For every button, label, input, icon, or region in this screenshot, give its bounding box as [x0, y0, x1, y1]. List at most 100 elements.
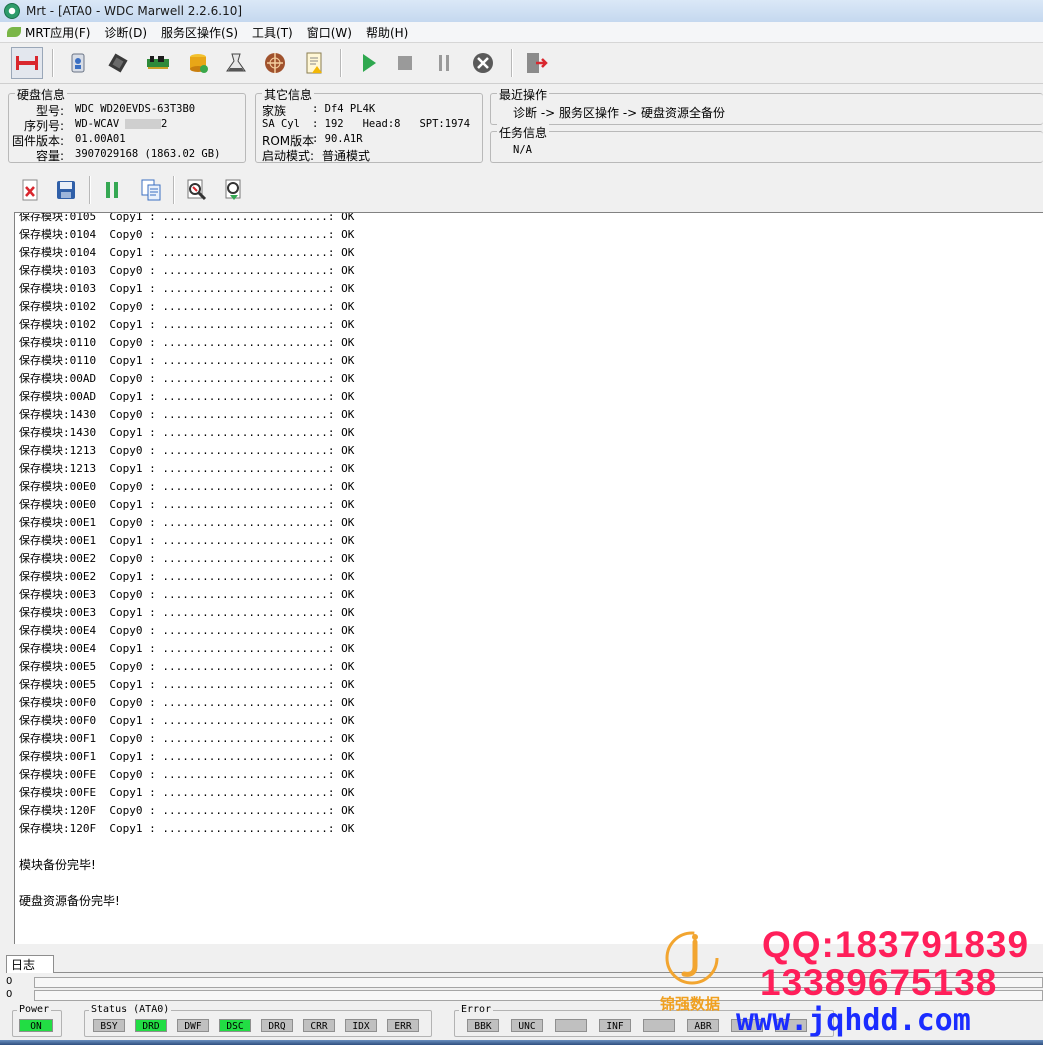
delete-file-icon [22, 179, 38, 201]
connect-button[interactable] [11, 47, 43, 79]
copy-log-button[interactable] [135, 174, 167, 206]
watermark-url: www.jqhdd.com [736, 1003, 971, 1038]
menu-diagnose[interactable]: 诊断(D) [97, 24, 154, 41]
log-line: 保存模块:0104 Copy1 : ......................… [19, 246, 355, 259]
log-line: 保存模块:00F1 Copy0 : ......................… [19, 732, 355, 745]
log-line: 保存模块:0104 Copy0 : ......................… [19, 228, 355, 241]
tab-log[interactable]: 日志 [6, 955, 54, 973]
power-led: ON [19, 1019, 53, 1032]
log-line: 保存模块:1430 Copy1 : ......................… [19, 426, 355, 439]
sa-label: SA Cyl [262, 118, 300, 130]
status-led-crr: CRR [303, 1019, 335, 1032]
title-bar: Mrt - [ATA0 - WDC Marwell 2.2.6.10] [0, 0, 1043, 23]
toolbar-separator [89, 176, 91, 204]
save-log-button[interactable] [50, 174, 82, 206]
status-led-drq: DRQ [261, 1019, 293, 1032]
log-line: 保存模块:00F0 Copy0 : ......................… [19, 696, 355, 709]
family-label: 家族 [262, 104, 287, 118]
menu-mrt-app[interactable]: MRT应用(F) [0, 24, 97, 41]
chip-button[interactable] [102, 47, 134, 79]
globe-button[interactable] [259, 47, 291, 79]
log-line: 保存模块:1430 Copy0 : ......................… [19, 408, 355, 421]
menu-help[interactable]: 帮助(H) [359, 24, 415, 41]
menu-service-area[interactable]: 服务区操作(S) [154, 24, 245, 41]
status-group: Status (ATA0) BSY DRD DWF DSC DRQ CRR ID… [84, 1004, 432, 1037]
status-led-dsc: DSC [219, 1019, 251, 1032]
search-down-icon [225, 179, 241, 200]
power-group: Power ON [12, 1004, 62, 1037]
capacity-label: 容量: [36, 149, 65, 163]
document-warning-icon [306, 52, 322, 74]
globe-icon [265, 53, 285, 73]
tool-button[interactable] [220, 47, 252, 79]
status-led-drd: DRD [135, 1019, 167, 1032]
error-heading: Error [459, 1004, 494, 1015]
log-line: 保存模块:00E4 Copy1 : ......................… [19, 642, 355, 655]
clear-log-button[interactable] [14, 174, 46, 206]
menu-window[interactable]: 窗口(W) [300, 24, 359, 41]
boot-value: 普通模式 [322, 149, 371, 163]
stop-icon [398, 56, 412, 70]
recent-ops-text: 诊断 -> 服务区操作 -> 硬盘资源全备份 [513, 106, 726, 120]
task-info-heading: 任务信息 [497, 124, 550, 141]
leaf-icon [7, 27, 21, 37]
status-led-err: ERR [387, 1019, 419, 1032]
error-led-blank [643, 1019, 675, 1032]
pause-log-button[interactable] [96, 174, 128, 206]
log-blank-line [19, 874, 354, 892]
capacity-value: 3907029168 (1863.02 GB) [75, 148, 221, 160]
other-info-heading: 其它信息 [262, 86, 315, 103]
menu-tools[interactable]: 工具(T) [245, 24, 300, 41]
log-line: 保存模块:120F Copy1 : ......................… [19, 822, 355, 835]
log-message: 模块备份完毕! [19, 858, 96, 872]
flask-icon [226, 53, 246, 72]
chip-icon [108, 53, 128, 73]
power-heading: Power [17, 1004, 52, 1015]
status-heading: Status (ATA0) [89, 1004, 172, 1015]
search-next-button[interactable] [218, 174, 250, 206]
stop-button[interactable] [389, 47, 421, 79]
toolbar-separator [52, 49, 54, 77]
disk-id-button[interactable] [62, 47, 94, 79]
status-led-bsy: BSY [93, 1019, 125, 1032]
family-value: : Df4 PL4K [312, 103, 376, 115]
log-line: 保存模块:0105 Copy1 : ......................… [19, 212, 355, 223]
recent-ops-heading: 最近操作 [497, 86, 550, 103]
watermark-phone: 13389675138 [760, 962, 998, 1003]
log-toolbar [0, 170, 1043, 210]
log-line: 保存模块:1213 Copy0 : ......................… [19, 444, 355, 457]
pause-button[interactable] [428, 47, 460, 79]
log-line: 保存模块:00E1 Copy1 : ......................… [19, 534, 355, 547]
log-line: 保存模块:0103 Copy0 : ......................… [19, 264, 355, 277]
log-line: 保存模块:00E0 Copy0 : ......................… [19, 480, 355, 493]
report-button[interactable] [298, 47, 330, 79]
copy-icon [141, 179, 161, 201]
status-led-dwf: DWF [177, 1019, 209, 1032]
log-line: 保存模块:0102 Copy0 : ......................… [19, 300, 355, 313]
recent-ops-group: 最近操作 诊断 -> 服务区操作 -> 硬盘资源全备份 [490, 86, 1043, 125]
sa-value: : 192 Head:8 SPT:1974 [312, 118, 471, 130]
log-line: 保存模块:00F1 Copy1 : ......................… [19, 750, 355, 763]
serial-redaction [125, 119, 161, 129]
start-button[interactable] [352, 47, 384, 79]
exit-button[interactable] [520, 47, 552, 79]
circuit-board-icon [147, 56, 169, 69]
progress-value-2: 0 [6, 989, 13, 1000]
pause-icon [439, 55, 449, 71]
pcb-button[interactable] [142, 47, 174, 79]
log-line: 保存模块:00AD Copy1 : ......................… [19, 390, 355, 403]
toolbar-separator [173, 176, 175, 204]
disk-person-icon [71, 53, 85, 73]
log-line: 保存模块:00FE Copy0 : ......................… [19, 768, 355, 781]
database-button[interactable] [182, 47, 214, 79]
toolbar-separator [340, 49, 342, 77]
status-led-idx: IDX [345, 1019, 377, 1032]
log-panel[interactable]: 保存模块:0105 Copy1 : ......................… [14, 212, 1043, 945]
cancel-button[interactable] [467, 47, 499, 79]
pause-green-icon [106, 182, 118, 198]
log-blank-line [19, 838, 354, 856]
log-line: 保存模块:00E5 Copy0 : ......................… [19, 660, 355, 673]
search-log-button[interactable] [180, 174, 212, 206]
taskbar [0, 1040, 1043, 1045]
log-line: 保存模块:00E2 Copy1 : ......................… [19, 570, 355, 583]
